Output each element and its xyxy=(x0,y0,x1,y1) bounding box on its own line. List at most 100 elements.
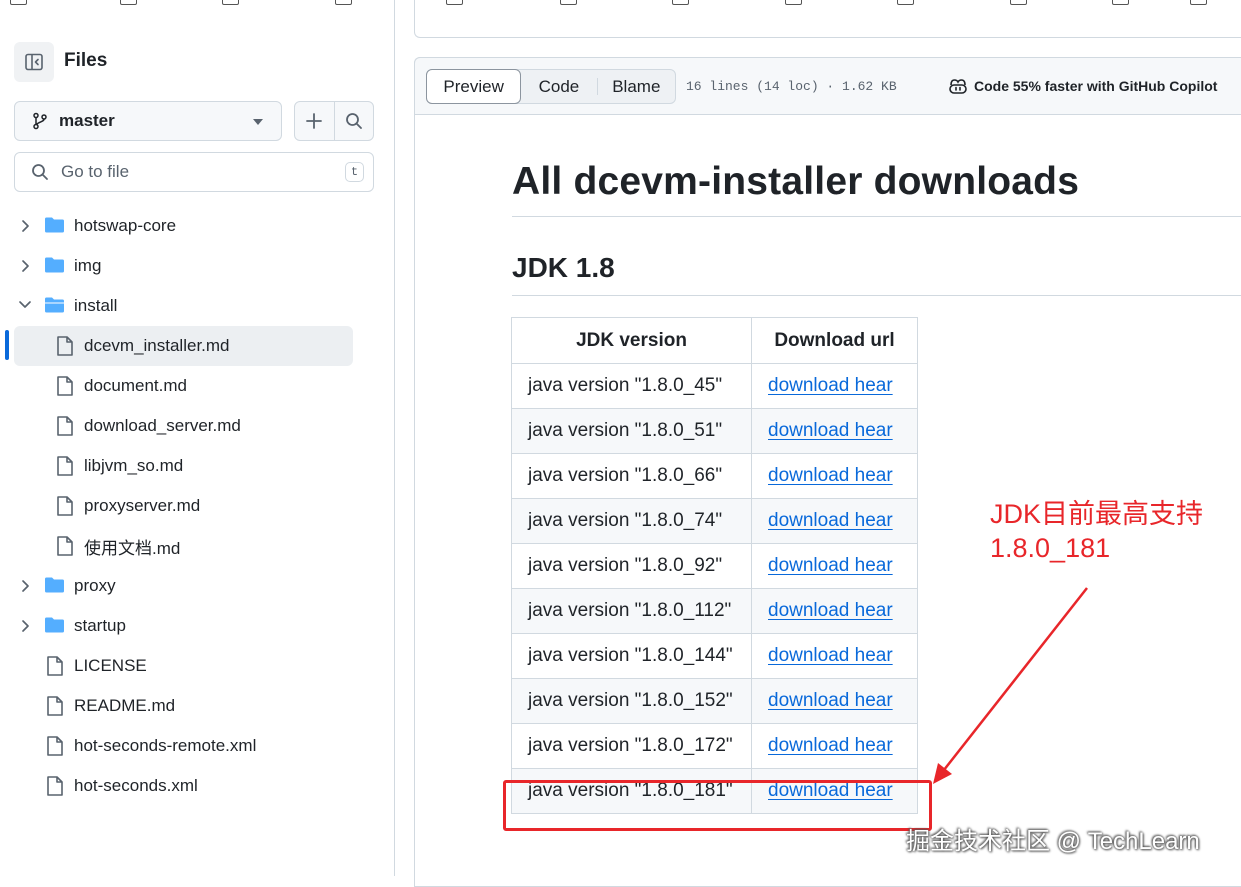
tree-item-label: startup xyxy=(74,616,126,635)
chevron-right-icon xyxy=(20,219,32,233)
tree-item-label: install xyxy=(74,296,118,315)
download-cell: download hear xyxy=(751,723,918,769)
folder-icon xyxy=(44,256,65,274)
folder-icon xyxy=(44,616,65,634)
search-icon xyxy=(31,163,49,181)
annotation-arrow-icon xyxy=(933,587,1088,784)
file-icon xyxy=(46,775,64,797)
tree-file-usage-doc[interactable]: 使用文档.md xyxy=(57,528,181,564)
download-link[interactable]: download hear xyxy=(768,645,893,666)
tree-file-libjvm-so[interactable]: libjvm_so.md xyxy=(57,448,184,484)
chevron-down-icon xyxy=(253,119,263,125)
file-icon xyxy=(46,735,64,757)
tree-item-label: LICENSE xyxy=(74,656,147,675)
download-link[interactable]: download hear xyxy=(768,465,893,486)
search-icon xyxy=(345,113,362,129)
download-link[interactable]: download hear xyxy=(768,420,893,441)
column-header-url: Download url xyxy=(751,317,918,364)
add-file-button[interactable] xyxy=(295,102,335,140)
table-row: java version "1.8.0_172" download hear xyxy=(511,723,918,769)
tree-file-license[interactable]: LICENSE xyxy=(47,648,147,684)
go-to-file-input[interactable]: Go to file t xyxy=(14,152,374,192)
markdown-section-heading: JDK 1.8 xyxy=(512,252,615,283)
download-cell: download hear xyxy=(751,453,918,499)
annotation-highlight-box xyxy=(503,780,932,831)
tree-folder-img[interactable]: img xyxy=(22,248,102,284)
file-meta: 16 lines (14 loc) · 1.62 KB xyxy=(686,79,897,94)
collapse-sidebar-button[interactable] xyxy=(14,42,54,82)
tab-preview[interactable]: Preview xyxy=(426,69,522,104)
download-link[interactable]: download hear xyxy=(768,600,893,621)
branch-selector[interactable]: master xyxy=(14,101,282,141)
tree-item-label: proxyserver.md xyxy=(84,496,201,515)
table-row: java version "1.8.0_74" download hear xyxy=(511,498,918,544)
file-actions-group xyxy=(294,101,374,141)
table-row: java version "1.8.0_51" download hear xyxy=(511,408,918,454)
tree-item-label: 使用文档.md xyxy=(84,538,181,558)
download-link[interactable]: download hear xyxy=(768,735,893,756)
download-cell: download hear xyxy=(751,678,918,724)
tree-file-hot-seconds[interactable]: hot-seconds.xml xyxy=(47,768,198,804)
tree-item-label: hotswap-core xyxy=(74,216,177,235)
download-link[interactable]: download hear xyxy=(768,555,893,576)
download-link[interactable]: download hear xyxy=(768,690,893,711)
tree-file-document[interactable]: document.md xyxy=(57,368,187,404)
table-row: java version "1.8.0_45" download hear xyxy=(511,363,918,409)
file-icon xyxy=(56,375,74,397)
tree-file-hot-seconds-remote[interactable]: hot-seconds-remote.xml xyxy=(47,728,256,764)
tree-item-label: dcevm_installer.md xyxy=(84,336,230,355)
sidebar-collapse-icon xyxy=(25,53,43,71)
section-rule xyxy=(512,295,1241,296)
file-icon xyxy=(56,535,74,557)
tree-file-download-server[interactable]: download_server.md xyxy=(57,408,241,444)
sidebar-divider xyxy=(394,0,395,876)
tree-item-label: libjvm_so.md xyxy=(84,456,184,475)
tree-item-label: hot-seconds.xml xyxy=(74,776,198,795)
commit-bar xyxy=(414,0,1241,38)
download-link[interactable]: download hear xyxy=(768,375,893,396)
table-row: java version "1.8.0_92" download hear xyxy=(511,543,918,589)
copilot-icon xyxy=(949,79,967,94)
keyboard-shortcut-hint: t xyxy=(345,162,364,182)
table-header-row: JDK version Download url xyxy=(511,317,918,364)
folder-icon xyxy=(44,216,65,234)
table-row: java version "1.8.0_66" download hear xyxy=(511,453,918,499)
file-icon xyxy=(46,655,64,677)
tree-file-dcevm-installer[interactable]: dcevm_installer.md xyxy=(57,328,230,364)
tree-folder-proxy[interactable]: proxy xyxy=(22,568,116,604)
tree-folder-hotswap-core[interactable]: hotswap-core xyxy=(22,208,177,244)
jdk-version-cell: java version "1.8.0_51" xyxy=(511,408,752,454)
file-icon xyxy=(46,695,64,717)
search-button[interactable] xyxy=(335,102,374,140)
file-icon xyxy=(56,455,74,477)
tree-file-proxyserver[interactable]: proxyserver.md xyxy=(57,488,201,524)
tree-folder-startup[interactable]: startup xyxy=(22,608,126,644)
table-row: java version "1.8.0_144" download hear xyxy=(511,633,918,679)
tree-item-label: README.md xyxy=(74,696,176,715)
jdk-version-cell: java version "1.8.0_112" xyxy=(511,588,752,634)
tab-blame[interactable]: Blame xyxy=(598,70,675,103)
tree-file-readme[interactable]: README.md xyxy=(47,688,176,724)
watermark: 掘金技术社区 @ TechLearn xyxy=(906,828,1200,855)
file-icon xyxy=(56,495,74,517)
tree-item-label: img xyxy=(74,256,102,275)
download-cell: download hear xyxy=(751,588,918,634)
folder-icon xyxy=(44,576,65,594)
tree-item-label: proxy xyxy=(74,576,116,595)
file-icon xyxy=(56,335,74,357)
download-cell: download hear xyxy=(751,363,918,409)
annotation-note: JDK目前最高支持 1.8.0_181 xyxy=(990,499,1204,563)
tree-folder-install[interactable]: install xyxy=(19,288,118,324)
go-to-file-placeholder: Go to file xyxy=(61,162,130,181)
jdk-version-cell: java version "1.8.0_66" xyxy=(511,453,752,499)
chevron-down-icon xyxy=(18,299,32,311)
table-row: java version "1.8.0_112" download hear xyxy=(511,588,918,634)
chevron-right-icon xyxy=(20,619,32,633)
plus-icon xyxy=(306,113,323,129)
chevron-right-icon xyxy=(20,259,32,273)
jdk-version-cell: java version "1.8.0_74" xyxy=(511,498,752,544)
copilot-promo-link[interactable]: Code 55% faster with GitHub Copilot xyxy=(948,77,1217,95)
download-link[interactable]: download hear xyxy=(768,510,893,531)
tab-code[interactable]: Code xyxy=(521,70,596,103)
chevron-right-icon xyxy=(20,579,32,593)
